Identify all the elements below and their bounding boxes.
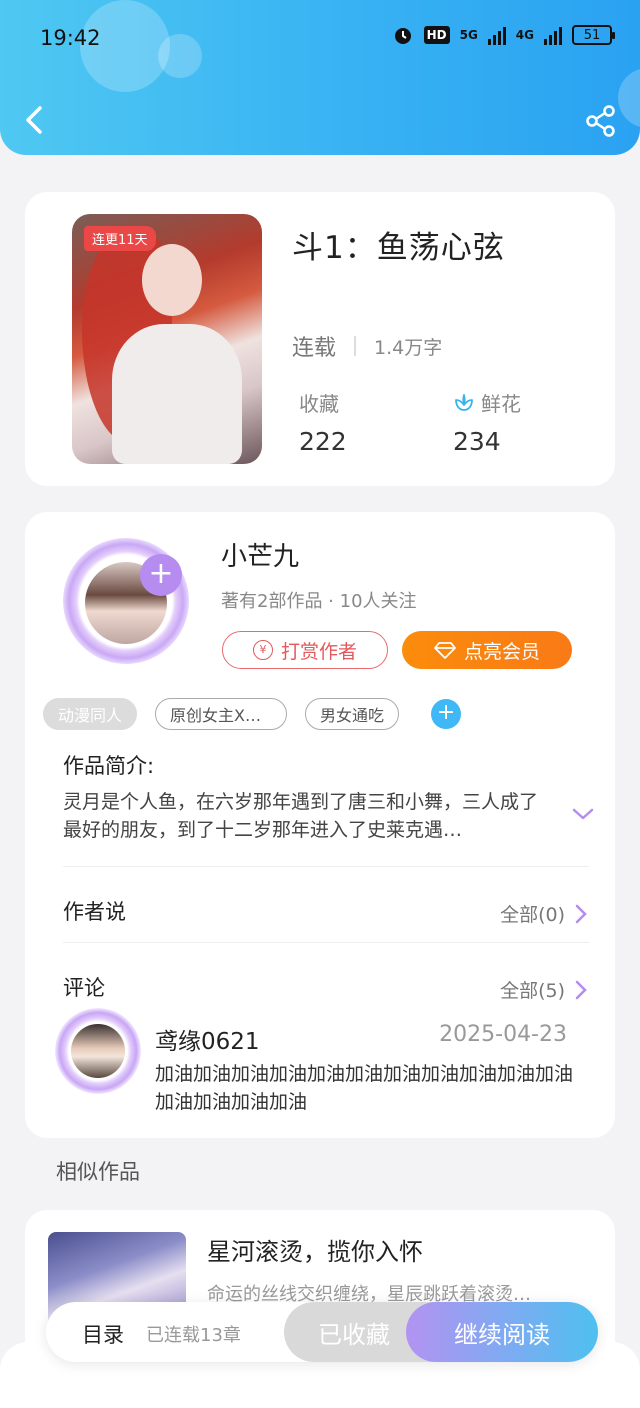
cover-art xyxy=(112,324,242,464)
tag-chip[interactable]: 男女通吃 xyxy=(305,698,400,730)
status-icons: HD 5G 4G 51 xyxy=(392,24,615,46)
avatar-image xyxy=(71,1024,125,1078)
comments-more-link[interactable]: 全部(5) xyxy=(500,976,587,1003)
chevron-down-icon[interactable] xyxy=(571,806,595,822)
serial-status: 连载 xyxy=(292,336,337,361)
network-label: 5G xyxy=(459,28,478,42)
divider xyxy=(63,942,589,943)
share-icon[interactable] xyxy=(584,104,618,138)
chevron-left-icon[interactable] xyxy=(18,100,54,140)
comment-text[interactable]: 加油加油加油加油加油加油加油加油加油加油加油加油加油加油加油 xyxy=(155,1060,575,1116)
decor-bubble xyxy=(618,68,640,128)
tip-author-button[interactable]: ¥ 打赏作者 xyxy=(222,631,388,669)
continue-reading-button[interactable]: 继续阅读 xyxy=(406,1302,598,1362)
chapter-count: 已连载13章 xyxy=(146,1325,241,1346)
author-details-card: + 小芒九 著有2部作品 · 10人关注 ¥ 打赏作者 点亮会员 动漫同人 原创… xyxy=(25,512,615,1138)
similar-work-title: 星河滚烫，揽你入怀 xyxy=(207,1238,423,1266)
coin-icon: ¥ xyxy=(252,640,273,660)
author-says-title: 作者说 xyxy=(63,900,126,924)
table-of-contents-button[interactable]: 目录 xyxy=(82,1319,124,1349)
tag-chip[interactable]: 原创女主X… xyxy=(155,698,288,730)
vip-button[interactable]: 点亮会员 xyxy=(402,631,572,669)
author-meta: 著有2部作品 · 10人关注 xyxy=(221,591,417,612)
bottom-action-bar: 目录 已连载13章 已收藏 继续阅读 xyxy=(46,1302,598,1362)
cover-art xyxy=(142,244,202,316)
book-cover[interactable]: 连更11天 xyxy=(72,214,262,464)
chevron-right-icon xyxy=(575,904,587,923)
follow-author-button[interactable]: + xyxy=(140,554,182,596)
chevron-right-icon xyxy=(575,980,587,999)
flowers-label: 鲜花 xyxy=(481,392,521,416)
decor-bubble xyxy=(158,34,202,78)
vip-label: 点亮会员 xyxy=(463,640,540,663)
comment-date: 2025-04-23 xyxy=(439,1022,567,1047)
word-count: 1.4万字 xyxy=(374,336,443,359)
flowers-stat[interactable]: 鲜花 234 xyxy=(453,388,521,456)
network-label: 4G xyxy=(515,28,534,42)
battery-icon: 51 xyxy=(572,25,615,45)
author-name[interactable]: 小芒九 xyxy=(221,536,299,573)
book-status-row: 连载 1.4万字 xyxy=(292,330,442,362)
author-says-more-link[interactable]: 全部(0) xyxy=(500,900,587,927)
flowers-label-row: 鲜花 xyxy=(453,388,521,417)
signal-icon xyxy=(487,25,506,45)
similar-works-title: 相似作品 xyxy=(56,1160,140,1184)
battery-level: 51 xyxy=(583,27,601,43)
intro-title: 作品简介: xyxy=(63,754,155,778)
hd-icon: HD xyxy=(423,26,450,44)
book-info-card: 连更11天 斗1：鱼荡心弦 连载 1.4万字 收藏 222 鲜花 234 xyxy=(25,192,615,486)
comment-username[interactable]: 鸢缘0621 xyxy=(155,1022,260,1056)
tip-author-label: 打赏作者 xyxy=(280,640,357,663)
favorites-value: 222 xyxy=(299,427,347,456)
alarm-icon xyxy=(394,28,411,44)
divider xyxy=(354,336,357,356)
divider xyxy=(63,866,589,867)
book-title: 斗1：鱼荡心弦 xyxy=(292,230,505,266)
favorites-stat: 收藏 222 xyxy=(299,388,347,456)
status-time: 19:42 xyxy=(40,26,101,50)
comments-title: 评论 xyxy=(63,976,105,1000)
signal-icon xyxy=(544,25,562,45)
tag-chip[interactable]: 动漫同人 xyxy=(43,698,138,730)
update-streak-badge: 连更11天 xyxy=(84,226,156,251)
header: 19:42 HD 5G 4G 51 xyxy=(0,0,640,155)
tag-list: 动漫同人 原创女主X… 男女通吃 + xyxy=(43,698,462,730)
flowers-value: 234 xyxy=(453,427,501,456)
favorites-label: 收藏 xyxy=(299,392,339,416)
comments-count: 全部(5) xyxy=(500,980,565,1002)
commenter-avatar[interactable] xyxy=(55,1004,141,1100)
intro-text[interactable]: 灵月是个人鱼，在六岁那年遇到了唐三和小舞，三人成了最好的朋友，到了十二岁那年进入… xyxy=(63,788,551,844)
add-tag-button[interactable]: + xyxy=(431,699,462,729)
diamond-icon xyxy=(434,642,456,659)
author-says-count: 全部(0) xyxy=(500,904,565,926)
flower-icon xyxy=(455,393,473,411)
